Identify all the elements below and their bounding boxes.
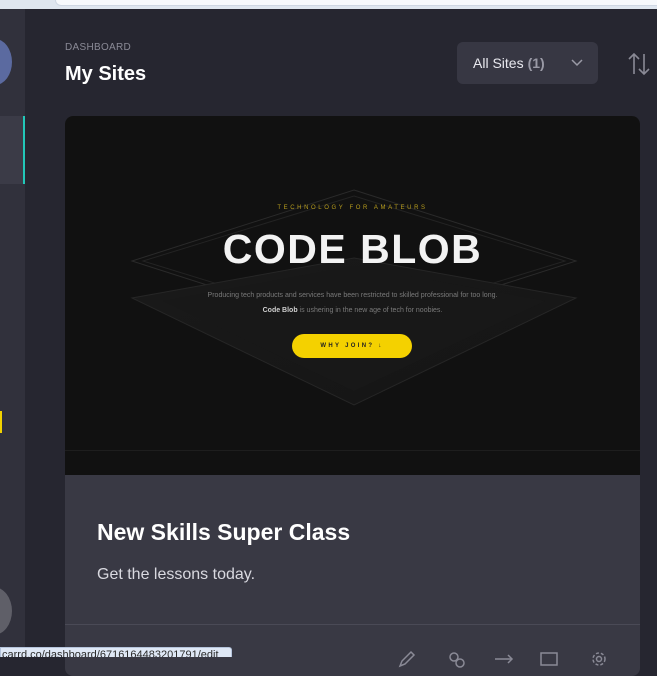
site-description: Get the lessons today. — [97, 566, 256, 583]
site-card[interactable]: TECHNOLOGY FOR AMATEURS CODE BLOB Produc… — [65, 116, 640, 676]
preview-text-line-2: Code Blob is ushering in the new age of … — [65, 307, 640, 314]
redirect-icon[interactable] — [493, 648, 515, 670]
preview-text-line-1: Producing tech products and services hav… — [207, 292, 498, 299]
account-avatar[interactable] — [0, 39, 12, 85]
site-preview[interactable]: TECHNOLOGY FOR AMATEURS CODE BLOB Produc… — [65, 116, 640, 475]
browser-tab[interactable] — [55, 0, 657, 6]
notification-indicator — [0, 411, 2, 433]
sidebar — [0, 9, 25, 657]
edit-icon[interactable] — [396, 648, 418, 670]
page-title: My Sites — [65, 63, 147, 85]
breadcrumb: DASHBOARD — [65, 42, 132, 53]
sidebar-item-sites[interactable] — [0, 116, 25, 184]
preview-title: CODE BLOB — [222, 226, 483, 272]
window-icon[interactable] — [538, 648, 560, 670]
sort-arrows-icon[interactable] — [626, 50, 652, 78]
site-filter-label: All Sites — [473, 55, 524, 71]
preview-brand-name: Code Blob — [262, 307, 298, 314]
user-avatar[interactable] — [0, 587, 12, 635]
status-bar-url: carrd.co/dashboard/6716164483201791/edit — [0, 647, 232, 657]
link-icon[interactable] — [446, 648, 468, 670]
preview-text-line-2-rest: is ushering in the new age of tech for n… — [297, 307, 443, 314]
chevron-down-icon — [571, 59, 583, 67]
site-filter-count: (1) — [527, 55, 545, 71]
browser-top-strip — [0, 0, 657, 9]
preview-cta-button: WHY JOIN? ↓ — [292, 334, 412, 358]
preview-divider — [65, 450, 640, 451]
site-filter-dropdown[interactable]: All Sites (1) — [457, 42, 598, 84]
preview-kicker: TECHNOLOGY FOR AMATEURS — [277, 205, 428, 211]
settings-icon[interactable] — [588, 648, 610, 670]
site-title: New Skills Super Class — [97, 519, 351, 545]
